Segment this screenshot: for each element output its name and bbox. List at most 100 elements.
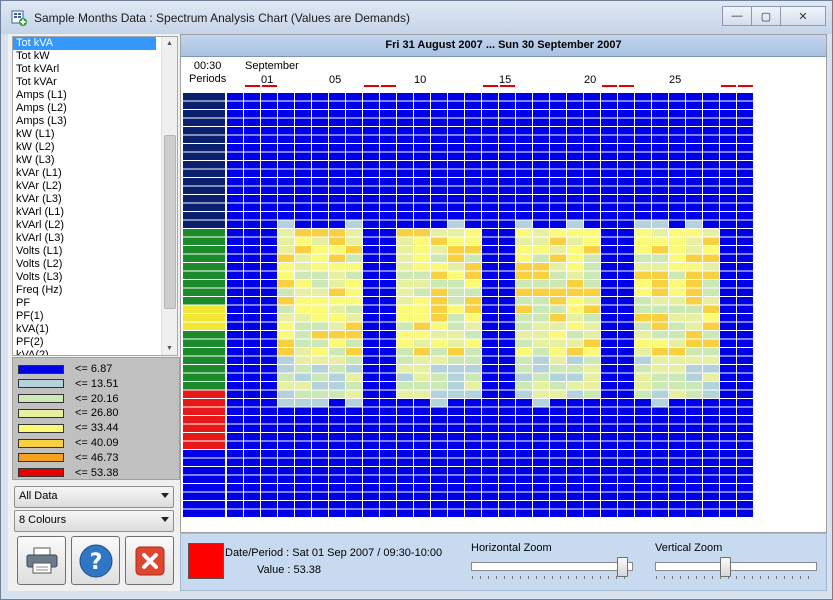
channel-list-item[interactable]: PF(1) bbox=[13, 310, 177, 323]
heatmap-cell[interactable] bbox=[482, 229, 498, 237]
heatmap-cell[interactable] bbox=[363, 229, 379, 237]
heatmap-cell[interactable] bbox=[414, 373, 430, 382]
heatmap-cell[interactable] bbox=[737, 433, 753, 441]
heatmap-cell[interactable] bbox=[499, 212, 515, 220]
heatmap-cell[interactable] bbox=[431, 331, 447, 339]
heatmap-cell[interactable] bbox=[448, 203, 464, 212]
heatmap-cell[interactable] bbox=[499, 135, 515, 144]
channel-list-item[interactable]: Amps (L3) bbox=[13, 115, 177, 128]
heatmap-cell[interactable] bbox=[482, 161, 498, 169]
heatmap-cell[interactable] bbox=[431, 501, 447, 509]
heatmap-cell[interactable] bbox=[686, 169, 702, 178]
heatmap-cell[interactable] bbox=[414, 314, 430, 322]
heatmap-cell[interactable] bbox=[601, 390, 617, 399]
heatmap-cell[interactable] bbox=[244, 186, 260, 195]
heatmap-cell[interactable] bbox=[652, 161, 668, 169]
heatmap-cell[interactable] bbox=[380, 178, 396, 186]
heatmap-cell[interactable] bbox=[329, 467, 345, 475]
heatmap-cell[interactable] bbox=[635, 246, 651, 254]
heatmap-cell[interactable] bbox=[618, 314, 634, 322]
heatmap-cell[interactable] bbox=[312, 169, 328, 178]
heatmap-cell[interactable] bbox=[278, 229, 294, 237]
heatmap-cell[interactable] bbox=[261, 356, 277, 365]
heatmap-cell[interactable] bbox=[737, 135, 753, 144]
heatmap-cell[interactable] bbox=[346, 322, 362, 331]
heatmap-cell[interactable] bbox=[244, 118, 260, 127]
heatmap-cell[interactable] bbox=[720, 237, 736, 246]
heatmap-cell[interactable] bbox=[550, 509, 566, 518]
heatmap-cell[interactable] bbox=[584, 441, 600, 450]
heatmap-cell[interactable] bbox=[550, 212, 566, 220]
heatmap-cell[interactable] bbox=[261, 373, 277, 382]
heatmap-cell[interactable] bbox=[295, 331, 311, 339]
heatmap-cell[interactable] bbox=[261, 212, 277, 220]
heatmap-cell[interactable] bbox=[448, 246, 464, 254]
heatmap-cell[interactable] bbox=[635, 450, 651, 458]
heatmap-cell[interactable] bbox=[516, 263, 532, 271]
heatmap-cell[interactable] bbox=[686, 382, 702, 390]
heatmap-cell[interactable] bbox=[244, 237, 260, 246]
heatmap-cell[interactable] bbox=[363, 93, 379, 101]
heatmap-cell[interactable] bbox=[261, 365, 277, 373]
heatmap-cell[interactable] bbox=[397, 271, 413, 280]
heatmap-cell[interactable] bbox=[635, 399, 651, 407]
heatmap-cell[interactable] bbox=[397, 152, 413, 161]
heatmap-cell[interactable] bbox=[601, 229, 617, 237]
heatmap-cell[interactable] bbox=[720, 178, 736, 186]
heatmap-cell[interactable] bbox=[295, 101, 311, 110]
heatmap-cell[interactable] bbox=[584, 110, 600, 118]
heatmap-cell[interactable] bbox=[346, 314, 362, 322]
heatmap-cell[interactable] bbox=[720, 382, 736, 390]
heatmap-cell[interactable] bbox=[295, 203, 311, 212]
heatmap-cell[interactable] bbox=[567, 195, 583, 203]
heatmap-cell[interactable] bbox=[312, 365, 328, 373]
heatmap-cell[interactable] bbox=[380, 237, 396, 246]
heatmap-cell[interactable] bbox=[244, 467, 260, 475]
heatmap-cell[interactable] bbox=[414, 212, 430, 220]
heatmap-cell[interactable] bbox=[431, 373, 447, 382]
heatmap-cell[interactable] bbox=[618, 484, 634, 492]
heatmap-cell[interactable] bbox=[465, 356, 481, 365]
heatmap-cell[interactable] bbox=[295, 399, 311, 407]
channel-list-item[interactable]: Volts (L1) bbox=[13, 245, 177, 258]
heatmap-cell[interactable] bbox=[601, 322, 617, 331]
heatmap-cell[interactable] bbox=[720, 509, 736, 518]
heatmap-cell[interactable] bbox=[295, 390, 311, 399]
heatmap-cell[interactable] bbox=[567, 501, 583, 509]
heatmap-cell[interactable] bbox=[652, 110, 668, 118]
heatmap-cell[interactable] bbox=[397, 186, 413, 195]
heatmap-cell[interactable] bbox=[703, 416, 719, 424]
heatmap-cell[interactable] bbox=[652, 492, 668, 501]
heatmap-cell[interactable] bbox=[312, 118, 328, 127]
heatmap-cell[interactable] bbox=[499, 424, 515, 433]
heatmap-cell[interactable] bbox=[686, 254, 702, 263]
heatmap-cell[interactable] bbox=[703, 110, 719, 118]
heatmap-cell[interactable] bbox=[346, 475, 362, 484]
heatmap-cell[interactable] bbox=[686, 450, 702, 458]
heatmap-cell[interactable] bbox=[448, 450, 464, 458]
heatmap-cell[interactable] bbox=[431, 450, 447, 458]
heatmap-cell[interactable] bbox=[516, 280, 532, 288]
heatmap-cell[interactable] bbox=[278, 305, 294, 314]
heatmap-cell[interactable] bbox=[380, 322, 396, 331]
heatmap-cell[interactable] bbox=[431, 305, 447, 314]
heatmap-cell[interactable] bbox=[516, 93, 532, 101]
heatmap-cell[interactable] bbox=[363, 169, 379, 178]
heatmap-cell[interactable] bbox=[380, 220, 396, 229]
heatmap-cell[interactable] bbox=[737, 246, 753, 254]
heatmap-cell[interactable] bbox=[244, 322, 260, 331]
heatmap-cell[interactable] bbox=[669, 501, 685, 509]
heatmap-cell[interactable] bbox=[312, 127, 328, 135]
heatmap-cell[interactable] bbox=[533, 229, 549, 237]
heatmap-cell[interactable] bbox=[516, 501, 532, 509]
heatmap-cell[interactable] bbox=[295, 450, 311, 458]
heatmap-cell[interactable] bbox=[329, 399, 345, 407]
heatmap-cell[interactable] bbox=[312, 297, 328, 305]
heatmap-cell[interactable] bbox=[465, 169, 481, 178]
heatmap-cell[interactable] bbox=[414, 271, 430, 280]
heatmap-cell[interactable] bbox=[652, 509, 668, 518]
channel-list-item[interactable]: Freq (Hz) bbox=[13, 284, 177, 297]
heatmap-cell[interactable] bbox=[533, 365, 549, 373]
heatmap-cell[interactable] bbox=[499, 246, 515, 254]
heatmap-cell[interactable] bbox=[652, 254, 668, 263]
